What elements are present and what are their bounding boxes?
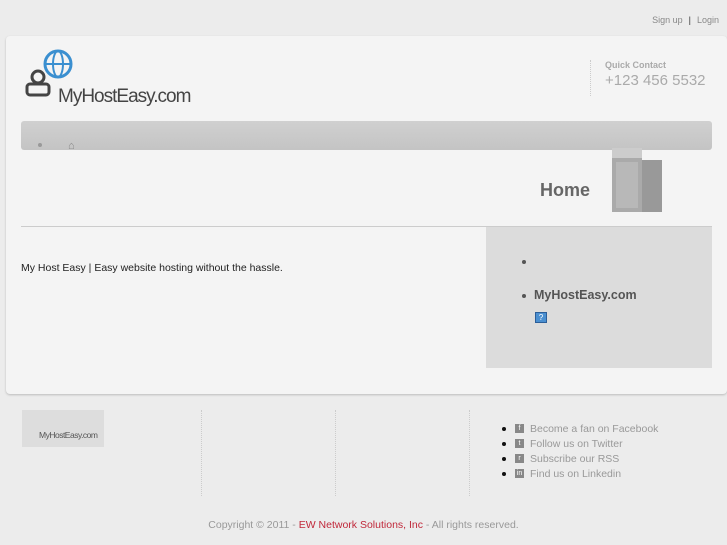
sidebar-bullet xyxy=(522,294,526,298)
help-icon[interactable]: ? xyxy=(535,312,547,323)
copyright-prefix: Copyright © 2011 - xyxy=(208,519,299,531)
social-label: Become a fan on Facebook xyxy=(530,422,659,435)
twitter-icon: t xyxy=(515,439,524,448)
social-label: Subscribe our RSS xyxy=(530,452,620,465)
linkedin-icon: in xyxy=(515,469,524,478)
server-icon xyxy=(612,148,662,212)
footer-divider xyxy=(335,410,336,496)
quick-contact-label: Quick Contact xyxy=(605,60,667,70)
separator: | xyxy=(688,15,691,25)
footer-divider xyxy=(201,410,202,496)
social-label: Follow us on Twitter xyxy=(530,437,623,450)
twitter-link[interactable]: t Follow us on Twitter xyxy=(502,436,658,451)
linkedin-link[interactable]: in Find us on Linkedin xyxy=(502,466,658,481)
copyright: Copyright © 2011 - EW Network Solutions,… xyxy=(0,519,727,531)
copyright-suffix: - All rights reserved. xyxy=(423,519,519,531)
facebook-link[interactable]: f Become a fan on Facebook xyxy=(502,421,658,436)
logo-text[interactable]: MyHostEasy.com xyxy=(58,86,191,108)
sidebar-bullet xyxy=(522,260,526,264)
top-links: Sign up | Login xyxy=(652,15,719,25)
nav-bullet xyxy=(38,143,42,147)
rss-icon: r xyxy=(515,454,524,463)
footer-logo[interactable]: MyHostEasy.com xyxy=(22,410,104,447)
nav-bar xyxy=(21,121,712,150)
phone-number: +123 456 5532 xyxy=(605,72,706,89)
social-label: Find us on Linkedin xyxy=(530,467,622,480)
facebook-icon: f xyxy=(515,424,524,433)
company-link[interactable]: EW Network Solutions, Inc xyxy=(299,519,423,531)
sidebar-link[interactable]: MyHostEasy.com xyxy=(534,288,637,302)
footer-divider xyxy=(469,410,470,496)
rss-link[interactable]: r Subscribe our RSS xyxy=(502,451,658,466)
social-links: f Become a fan on Facebook t Follow us on … xyxy=(502,421,658,481)
intro-text: My Host Easy | Easy website hosting with… xyxy=(21,262,283,274)
quick-contact: Quick Contact +123 456 5532 xyxy=(590,60,706,96)
page-title: Home xyxy=(540,180,591,200)
footer-logo-text: MyHostEasy.com xyxy=(39,430,98,440)
home-icon[interactable]: ⌂ xyxy=(68,140,75,152)
signup-link[interactable]: Sign up xyxy=(652,15,683,25)
login-link[interactable]: Login xyxy=(697,15,719,25)
